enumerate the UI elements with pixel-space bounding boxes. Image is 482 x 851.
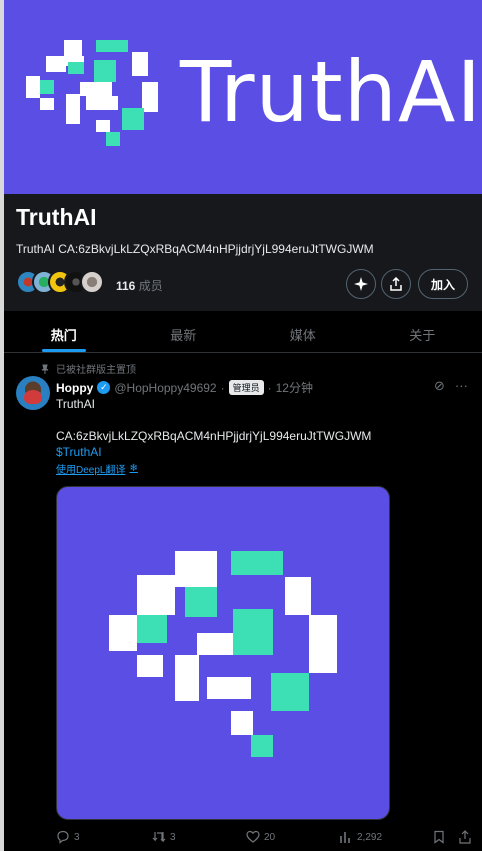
post-author-handle[interactable]: @HopHoppy49692: [114, 381, 216, 395]
verified-badge-icon: ✓: [97, 381, 111, 394]
truthai-logo-icon: [26, 40, 158, 146]
post-time[interactable]: 12分钟: [276, 379, 313, 396]
post-cashtag[interactable]: $TruthAI: [56, 445, 102, 459]
community-tabs: 热门 最新 媒体 关于: [4, 311, 482, 353]
truthai-logo-icon: [109, 551, 337, 757]
post-actions: 3 3 20 2,292: [56, 828, 476, 848]
reply-count: 3: [74, 831, 80, 843]
community-name: TruthAI: [16, 204, 97, 230]
member-count-label: 成员: [138, 279, 163, 293]
tab-latest[interactable]: 最新: [124, 311, 244, 352]
join-button[interactable]: 加入: [418, 269, 468, 299]
repost-icon: [152, 832, 166, 843]
banner-title: TruthAI: [180, 43, 482, 141]
translate-label: 使用DeepL翻译: [56, 465, 126, 476]
like-button[interactable]: 20: [246, 830, 275, 844]
grok-explain-icon[interactable]: ⊘: [434, 378, 445, 394]
admin-badge: 管理员: [228, 380, 264, 395]
share-icon: [459, 830, 471, 844]
views-button[interactable]: 2,292: [339, 830, 382, 844]
post-text-line2: CA:6zBkvjLkLZQxRBqACM4nHPjjdrjYjL994eruJ…: [56, 429, 372, 443]
share-icon: [390, 277, 402, 291]
sparkle-icon: [354, 277, 368, 291]
pin-icon: [41, 364, 49, 374]
deepl-icon: ❄: [129, 463, 138, 474]
like-count: 20: [264, 831, 276, 843]
post-media-image[interactable]: [56, 486, 390, 820]
tab-about[interactable]: 关于: [363, 311, 482, 352]
separator-dot: ·: [267, 380, 272, 395]
translate-link[interactable]: 使用DeepL翻译 ❄: [56, 461, 138, 476]
repost-button[interactable]: 3: [152, 830, 176, 844]
member-avatar: [80, 270, 104, 294]
analytics-icon: [340, 832, 350, 843]
repost-count: 3: [170, 831, 176, 843]
pinned-label: 已被社群版主置顶: [56, 365, 136, 376]
pinned-indicator: 已被社群版主置顶: [40, 361, 136, 376]
member-count[interactable]: 116 成员: [116, 277, 163, 294]
share-post-button[interactable]: [458, 830, 472, 844]
bookmark-button[interactable]: [432, 830, 446, 844]
post-author-avatar[interactable]: [16, 376, 50, 410]
community-description: TruthAI CA:6zBkvjLkLZQxRBqACM4nHPjjdrjYj…: [16, 242, 374, 256]
share-button[interactable]: [381, 269, 411, 299]
reply-button[interactable]: 3: [56, 830, 80, 844]
heart-icon: [246, 830, 260, 843]
member-count-value: 116: [116, 279, 136, 293]
post-text-line1: TruthAI: [56, 397, 95, 411]
tab-media[interactable]: 媒体: [243, 311, 363, 352]
tab-top[interactable]: 热门: [4, 311, 124, 352]
community-header: TruthAI TruthAI CA:6zBkvjLkLZQxRBqACM4nH…: [4, 194, 482, 311]
view-count: 2,292: [357, 831, 383, 843]
reply-icon: [57, 830, 69, 844]
post-header-actions: ⊘ ···: [434, 378, 468, 394]
post-header: Hoppy ✓ @HopHoppy49692 · 管理员 · 12分钟: [56, 379, 313, 396]
bookmark-icon: [434, 830, 444, 844]
grok-sparkle-button[interactable]: [346, 269, 376, 299]
community-banner: TruthAI: [4, 0, 482, 194]
more-options-icon[interactable]: ···: [455, 378, 468, 394]
post-author-name[interactable]: Hoppy: [56, 381, 93, 395]
separator-dot: ·: [220, 380, 225, 395]
member-avatars[interactable]: [16, 270, 108, 296]
community-page: TruthAI TruthAI TruthAI CA:6zBkvjLkLZQxR…: [4, 0, 482, 851]
